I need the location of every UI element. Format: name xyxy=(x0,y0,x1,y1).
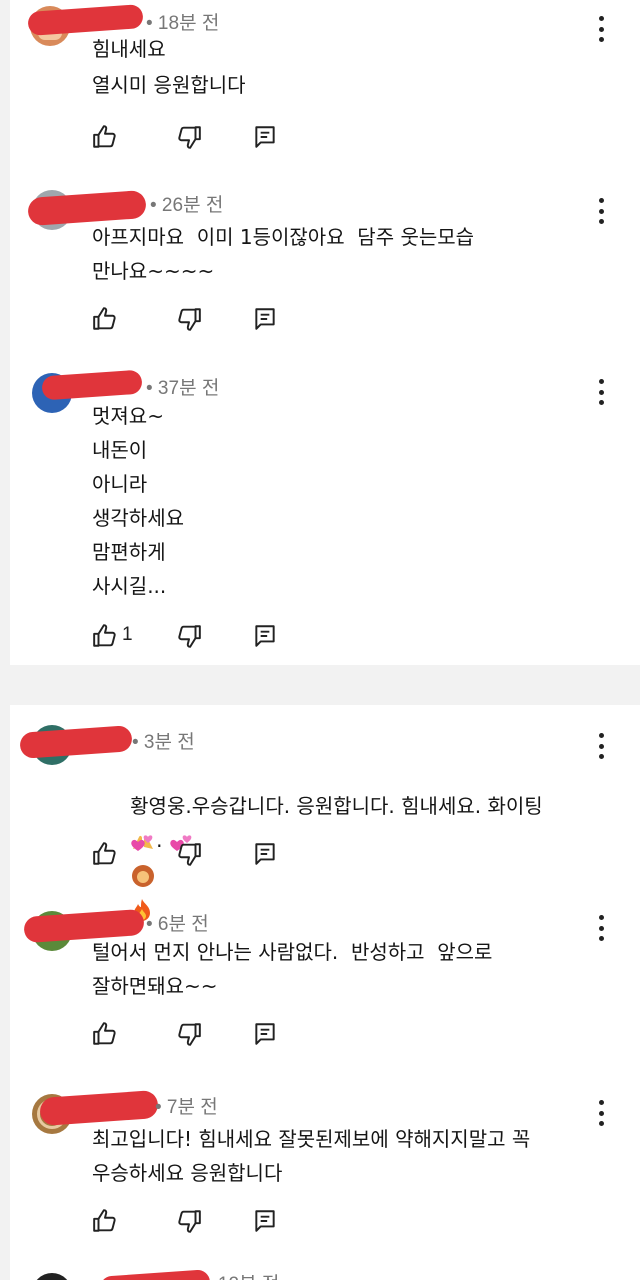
more-vert-icon[interactable] xyxy=(598,379,604,405)
comment-actions xyxy=(92,306,292,336)
reply-icon[interactable] xyxy=(252,306,278,332)
comment-actions xyxy=(92,1021,292,1051)
comment-line: 멋져요~ xyxy=(92,404,164,428)
comment-line: 털어서 먼지 안나는 사람없다. 반성하고 앞으로 xyxy=(92,940,493,964)
comment-line: 아니라 xyxy=(92,472,148,496)
comment-timestamp: • 37분 전 xyxy=(146,378,220,399)
thumb-up-icon[interactable] xyxy=(92,623,118,649)
thumb-down-icon[interactable] xyxy=(176,1208,202,1234)
comment-card-1: • 18분 전 힘내세요 열시미 응원합니다 • 26분 전 아프지마요 이미 … xyxy=(10,0,640,665)
comment-timestamp: • 6분 전 xyxy=(146,914,209,935)
redacted-username xyxy=(19,725,133,759)
reply-icon[interactable] xyxy=(252,623,278,649)
comment-line: 내돈이 xyxy=(92,438,148,462)
thumb-up-icon[interactable] xyxy=(92,1021,118,1047)
more-vert-icon[interactable] xyxy=(598,733,604,759)
comment-card-2: • 3분 전 황영웅.우승갑니다. 응원합니다. 힘내세요. 화이팅 . • 6… xyxy=(10,705,640,1280)
comment-item: • 7분 전 최고입니다! 힘내세요 잘못된제보에 약해지지말고 꼭 우승하세요… xyxy=(10,1080,640,1265)
comment-item: • 12분 전 xyxy=(10,1265,640,1280)
comment-timestamp: • 3분 전 xyxy=(132,732,195,753)
comment-actions: 1 xyxy=(92,623,292,653)
reply-icon[interactable] xyxy=(252,124,278,150)
thumb-down-icon[interactable] xyxy=(176,841,202,867)
reply-icon[interactable] xyxy=(252,1208,278,1234)
comment-actions xyxy=(92,1208,292,1238)
thumb-up-icon[interactable] xyxy=(92,124,118,150)
more-vert-icon[interactable] xyxy=(598,16,604,42)
more-vert-icon[interactable] xyxy=(598,198,604,224)
reply-icon[interactable] xyxy=(252,1021,278,1047)
comment-line: 생각하세요 xyxy=(92,506,184,530)
comment-line: 최고입니다! 힘내세요 잘못된제보에 약해지지말고 꼭 xyxy=(92,1127,531,1151)
comment-line: 맘편하게 xyxy=(92,540,166,564)
comment-actions xyxy=(92,841,292,871)
comment-line: 만나요~~~~ xyxy=(92,259,215,283)
comment-line: 사시길... xyxy=(92,574,167,598)
more-vert-icon[interactable] xyxy=(598,915,604,941)
more-vert-icon[interactable] xyxy=(598,1100,604,1126)
comment-timestamp: • 12분 전 xyxy=(206,1269,279,1280)
thumb-down-icon[interactable] xyxy=(176,623,202,649)
thumb-up-icon[interactable] xyxy=(92,841,118,867)
comment-line: 열시미 응원합니다 xyxy=(92,73,246,97)
thumb-down-icon[interactable] xyxy=(176,306,202,332)
comment-item: • 26분 전 아프지마요 이미 1등이잖아요 담주 웃는모습 만나요~~~~ xyxy=(10,180,640,365)
like-count: 1 xyxy=(122,624,133,645)
thumb-up-icon[interactable] xyxy=(92,1208,118,1234)
comment-timestamp: • 18분 전 xyxy=(146,13,220,34)
comment-item: • 18분 전 힘내세요 열시미 응원합니다 xyxy=(10,0,640,180)
comment-timestamp: • 26분 전 xyxy=(150,195,224,216)
comment-line: 잘하면돼요~~ xyxy=(92,974,218,998)
avatar[interactable] xyxy=(32,1273,72,1280)
comment-item: • 3분 전 황영웅.우승갑니다. 응원합니다. 힘내세요. 화이팅 . xyxy=(10,705,640,921)
comment-item: • 37분 전 멋져요~ 내돈이 아니라 생각하세요 맘편하게 사시길... 1 xyxy=(10,365,640,665)
thumb-up-icon[interactable] xyxy=(92,306,118,332)
comment-line: 아프지마요 이미 1등이잖아요 담주 웃는모습 xyxy=(92,225,475,249)
comment-line: 우승하세요 응원합니다 xyxy=(92,1161,283,1185)
comment-actions xyxy=(92,124,292,154)
comment-timestamp: • 7분 전 xyxy=(155,1097,218,1118)
redacted-username xyxy=(99,1269,211,1280)
reply-icon[interactable] xyxy=(252,841,278,867)
thumb-down-icon[interactable] xyxy=(176,124,202,150)
comment-item: • 6분 전 털어서 먼지 안나는 사람없다. 반성하고 앞으로 잘하면돼요~~ xyxy=(10,895,640,1080)
comment-line: 힘내세요 xyxy=(92,37,166,61)
thumb-down-icon[interactable] xyxy=(176,1021,202,1047)
